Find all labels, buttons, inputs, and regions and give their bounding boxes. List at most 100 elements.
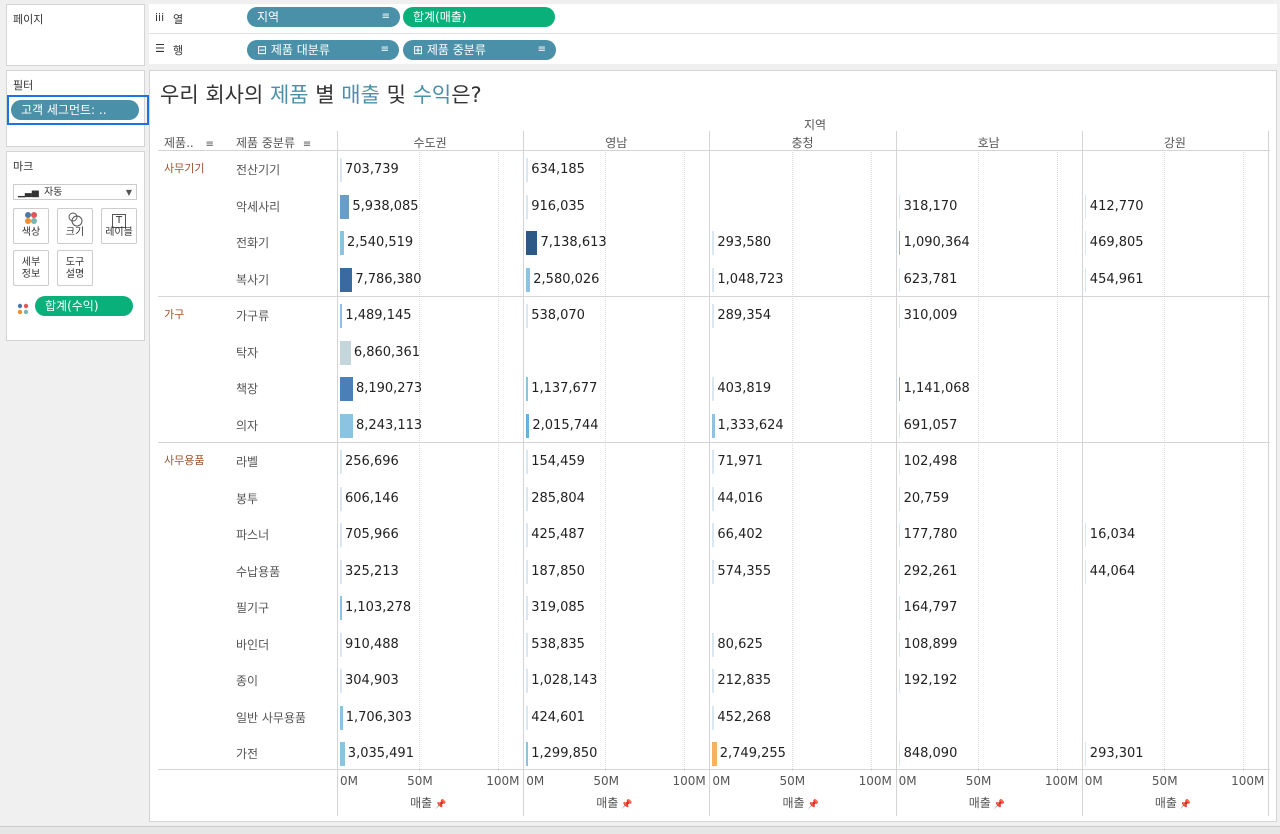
data-value-label[interactable]: 256,696 [345, 454, 399, 470]
data-bar[interactable] [526, 669, 528, 693]
data-bar[interactable] [340, 377, 353, 401]
data-value-label[interactable]: 538,835 [531, 637, 585, 653]
data-value-label[interactable]: 452,268 [717, 710, 771, 726]
data-value-label[interactable]: 1,141,068 [904, 381, 970, 397]
data-bar[interactable] [526, 304, 528, 328]
data-value-label[interactable]: 292,261 [904, 564, 958, 580]
data-value-label[interactable]: 102,498 [904, 454, 958, 470]
data-bar[interactable] [526, 413, 530, 438]
data-value-label[interactable]: 916,035 [531, 199, 585, 215]
data-value-label[interactable]: 1,299,850 [531, 746, 597, 762]
data-bar[interactable] [526, 267, 531, 292]
data-bar[interactable] [898, 559, 901, 584]
data-value-label[interactable]: 177,780 [904, 527, 958, 543]
data-bar[interactable] [1084, 194, 1087, 219]
pin-icon[interactable]: 📌 [432, 800, 446, 810]
size-button[interactable]: 크기 [57, 208, 93, 244]
pin-icon[interactable]: 📌 [991, 800, 1005, 810]
data-value-label[interactable]: 164,797 [904, 600, 958, 616]
pages-panel[interactable]: 페이지 [6, 4, 145, 66]
data-value-label[interactable]: 187,850 [531, 564, 585, 580]
detail-button[interactable]: 세부 정보 [13, 250, 49, 286]
data-bar[interactable] [712, 486, 714, 511]
data-bar[interactable] [898, 486, 901, 511]
data-bar[interactable] [712, 377, 714, 401]
data-bar[interactable] [898, 267, 901, 292]
data-bar[interactable] [712, 267, 715, 292]
data-value-label[interactable]: 20,759 [904, 491, 950, 507]
data-bar[interactable] [1084, 231, 1087, 255]
data-bar[interactable] [340, 267, 353, 292]
data-bar[interactable] [712, 413, 715, 438]
data-value-label[interactable]: 66,402 [717, 527, 763, 543]
filter-pill-customer-segment[interactable]: 고객 세그먼트: .. [11, 100, 139, 120]
data-bar[interactable] [526, 486, 528, 511]
data-bar[interactable] [340, 158, 342, 182]
color-button[interactable]: 색상 [13, 208, 49, 244]
data-value-label[interactable]: 2,540,519 [347, 235, 413, 251]
pin-icon[interactable]: 📌 [618, 800, 632, 810]
data-value-label[interactable]: 469,805 [1090, 235, 1144, 251]
data-value-label[interactable]: 304,903 [345, 673, 399, 689]
data-value-label[interactable]: 71,971 [717, 454, 763, 470]
data-value-label[interactable]: 154,459 [531, 454, 585, 470]
data-bar[interactable] [1084, 742, 1087, 766]
data-bar[interactable] [526, 194, 528, 219]
data-value-label[interactable]: 2,015,744 [532, 418, 598, 434]
data-value-label[interactable]: 212,835 [717, 673, 771, 689]
marks-field-pill-profit[interactable]: 합계(수익) [35, 296, 133, 316]
data-bar[interactable] [898, 669, 901, 693]
data-bar[interactable] [340, 596, 342, 620]
data-bar[interactable] [712, 632, 714, 657]
data-bar[interactable] [1084, 267, 1087, 292]
data-bar[interactable] [898, 742, 901, 766]
data-bar[interactable] [526, 450, 528, 474]
data-value-label[interactable]: 310,009 [904, 308, 958, 324]
data-value-label[interactable]: 318,170 [904, 199, 958, 215]
data-bar[interactable] [712, 742, 717, 766]
data-bar[interactable] [712, 523, 714, 547]
data-value-label[interactable]: 3,035,491 [348, 746, 414, 762]
data-bar[interactable] [526, 377, 528, 401]
data-value-label[interactable]: 1,333,624 [718, 418, 784, 434]
data-bar[interactable] [898, 377, 901, 401]
data-bar[interactable] [712, 231, 714, 255]
data-value-label[interactable]: 1,706,303 [346, 710, 412, 726]
data-bar[interactable] [340, 450, 342, 474]
data-value-label[interactable]: 454,961 [1090, 272, 1144, 288]
data-bar[interactable] [712, 304, 714, 328]
data-bar[interactable] [340, 705, 343, 730]
data-value-label[interactable]: 285,804 [531, 491, 585, 507]
data-bar[interactable] [340, 486, 342, 511]
data-value-label[interactable]: 8,190,273 [356, 381, 422, 397]
data-value-label[interactable]: 7,786,380 [355, 272, 421, 288]
data-value-label[interactable]: 623,781 [904, 272, 958, 288]
data-bar[interactable] [526, 632, 528, 657]
data-value-label[interactable]: 1,028,143 [531, 673, 597, 689]
data-bar[interactable] [712, 450, 714, 474]
data-bar[interactable] [898, 304, 901, 328]
data-bar[interactable] [526, 158, 528, 182]
data-bar[interactable] [1084, 523, 1087, 547]
data-bar[interactable] [526, 705, 528, 730]
data-value-label[interactable]: 108,899 [904, 637, 958, 653]
data-value-label[interactable]: 7,138,613 [540, 235, 606, 251]
data-value-label[interactable]: 44,064 [1090, 564, 1136, 580]
data-bar[interactable] [340, 340, 351, 365]
data-value-label[interactable]: 80,625 [717, 637, 763, 653]
data-bar[interactable] [898, 596, 901, 620]
data-bar[interactable] [898, 632, 901, 657]
data-bar[interactable] [340, 742, 345, 766]
data-value-label[interactable]: 1,103,278 [345, 600, 411, 616]
data-value-label[interactable]: 2,749,255 [720, 746, 786, 762]
data-value-label[interactable]: 2,580,026 [533, 272, 599, 288]
tooltip-button[interactable]: 도구 설명 [57, 250, 93, 286]
data-value-label[interactable]: 293,580 [717, 235, 771, 251]
data-bar[interactable] [340, 231, 345, 255]
data-value-label[interactable]: 289,354 [717, 308, 771, 324]
mark-type-dropdown[interactable]: ▁▃▅ 자동 ▼ [13, 184, 137, 200]
data-bar[interactable] [340, 194, 350, 219]
data-value-label[interactable]: 705,966 [345, 527, 399, 543]
data-bar[interactable] [898, 231, 901, 255]
data-value-label[interactable]: 412,770 [1090, 199, 1144, 215]
